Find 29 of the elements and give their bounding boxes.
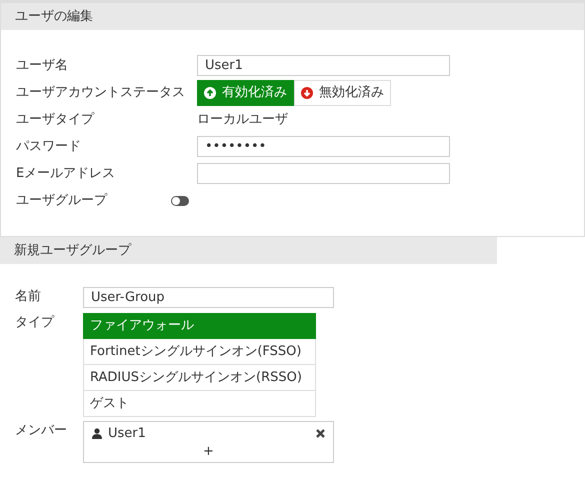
- field-label: Eメールアドレス: [15, 164, 116, 183]
- text-field[interactable]: ••••••••: [197, 136, 450, 157]
- user-icon: [92, 428, 102, 440]
- field-label: ユーザ名: [15, 56, 69, 75]
- field-label: ユーザアカウントステータス: [15, 84, 186, 102]
- text-field[interactable]: User1: [197, 55, 450, 76]
- add-member-button[interactable]: +: [92, 444, 325, 460]
- field-label: パスワード: [15, 138, 82, 156]
- type-option[interactable]: RADIUSシングルサインオン(RSSO): [83, 365, 316, 391]
- text-field[interactable]: [197, 163, 450, 184]
- down-arrow-icon: [301, 86, 313, 98]
- type-option[interactable]: ゲスト: [83, 391, 316, 417]
- toggle-switch[interactable]: [171, 196, 189, 206]
- field-label: タイプ: [15, 314, 56, 332]
- field-value: ローカルユーザ: [197, 110, 288, 129]
- type-option[interactable]: Fortinetシングルサインオン(FSSO): [83, 339, 316, 365]
- field-label: ユーザグループ: [15, 192, 108, 210]
- field-label: 名前: [15, 288, 42, 306]
- status-button[interactable]: 無効化済み: [294, 80, 391, 106]
- type-option[interactable]: ファイアウォール: [83, 313, 316, 339]
- member-name: User1: [108, 425, 147, 443]
- field-label: ユーザタイプ: [15, 110, 96, 129]
- close-icon[interactable]: [316, 429, 325, 438]
- section-header: 新規ユーザグループ: [0, 237, 497, 264]
- section-header: ユーザの編集: [1, 3, 584, 30]
- text-field[interactable]: User-Group: [83, 286, 334, 308]
- field-label: メンバー: [15, 422, 68, 440]
- up-arrow-icon: [204, 86, 216, 98]
- status-button[interactable]: 有効化済み: [197, 80, 294, 106]
